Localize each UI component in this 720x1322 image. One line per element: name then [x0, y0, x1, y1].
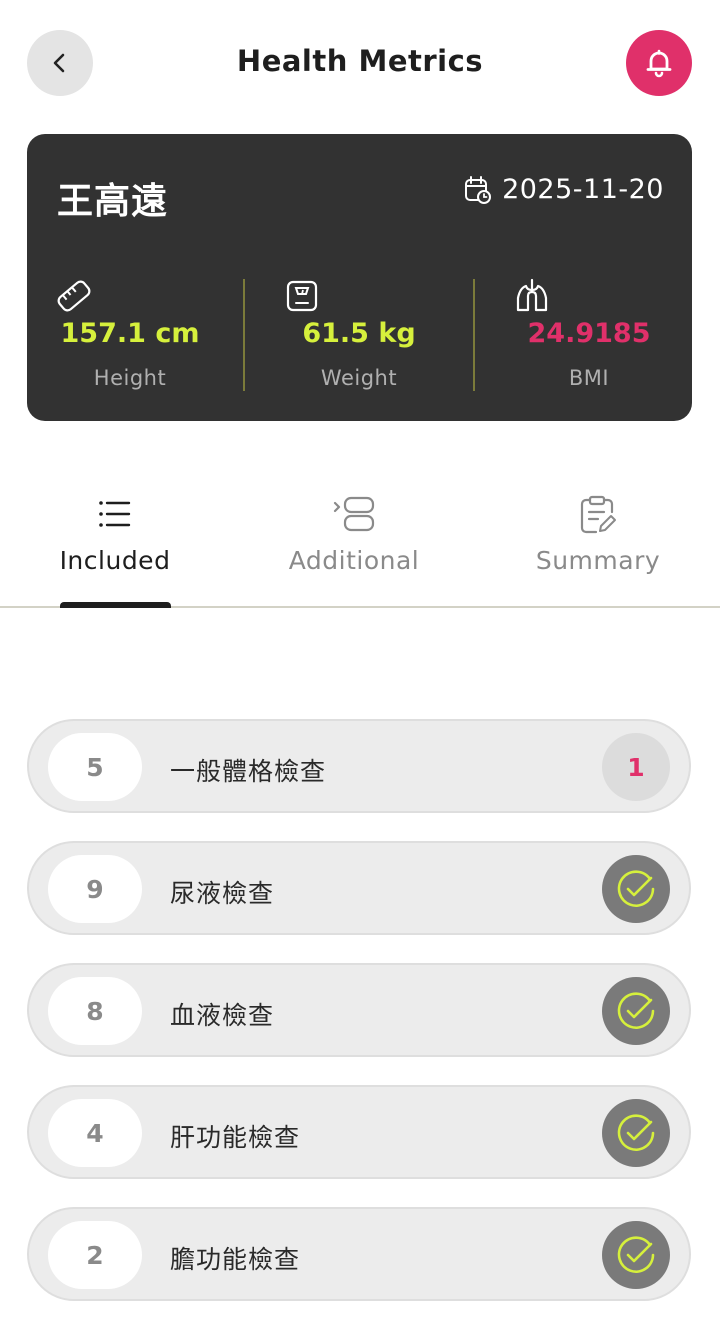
- item-label: 肝功能檢查: [170, 1123, 301, 1152]
- lungs-icon: [516, 278, 548, 312]
- ruler-icon: [57, 280, 91, 312]
- item-label: 膽功能檢查: [170, 1245, 301, 1274]
- scale-icon: [286, 280, 318, 312]
- height-value: 157.1 cm: [60, 318, 200, 349]
- weight-metric: 61.5 kg Weight: [256, 278, 462, 398]
- item-count: 2: [48, 1221, 142, 1289]
- bell-icon: [646, 49, 672, 78]
- tab-summary[interactable]: Summary: [498, 490, 698, 608]
- check-circle-icon: [617, 1236, 655, 1273]
- weight-label: Weight: [320, 366, 398, 390]
- tab-additional-label: Additional: [288, 546, 420, 575]
- tab-summary-label: Summary: [535, 546, 661, 575]
- check-circle-icon: [617, 992, 655, 1029]
- clipboard-edit-icon: [580, 495, 616, 534]
- list-item[interactable]: 4 肝功能檢查: [27, 1085, 691, 1179]
- exam-date-text: 2025-11-20: [502, 174, 664, 205]
- calendar-clock-icon: [465, 175, 492, 204]
- metric-divider: [473, 279, 475, 391]
- check-circle-icon: [617, 870, 655, 907]
- list-item[interactable]: 8 血液檢查: [27, 963, 691, 1057]
- tab-bar: Included Additional Summary: [0, 490, 720, 608]
- completed-badge: [602, 977, 670, 1045]
- metric-divider: [243, 279, 245, 391]
- completed-badge: [602, 1221, 670, 1289]
- completed-badge: [602, 855, 670, 923]
- page-title: Health Metrics: [236, 44, 484, 78]
- notification-button[interactable]: [626, 30, 692, 96]
- list-item[interactable]: 5 一般體格檢查 1: [27, 719, 691, 813]
- app-header: Health Metrics: [0, 0, 720, 130]
- exam-date: 2025-11-20: [464, 174, 664, 205]
- item-label: 血液檢查: [170, 1001, 275, 1030]
- add-layers-icon: [333, 496, 375, 532]
- item-count: 4: [48, 1099, 142, 1167]
- bmi-label: BMI: [568, 366, 610, 390]
- tab-included[interactable]: Included: [15, 490, 215, 608]
- item-count: 9: [48, 855, 142, 923]
- height-metric: 157.1 cm Height: [27, 278, 233, 398]
- list-item[interactable]: 9 尿液檢查: [27, 841, 691, 935]
- profile-card: 王高遠 2025-11-20 157.1 cm Height 61.5 kg W…: [27, 134, 692, 421]
- bmi-metric: 24.9185 BMI: [486, 278, 692, 398]
- item-count: 5: [48, 733, 142, 801]
- list-icon: [99, 501, 131, 527]
- tab-additional[interactable]: Additional: [254, 490, 454, 608]
- item-count: 8: [48, 977, 142, 1045]
- weight-value: 61.5 kg: [302, 318, 416, 349]
- completed-badge: [602, 1099, 670, 1167]
- patient-name: 王高遠: [57, 181, 169, 222]
- pending-count-badge: 1: [602, 733, 670, 801]
- item-label: 一般體格檢查: [170, 757, 327, 786]
- item-label: 尿液檢查: [170, 879, 275, 908]
- check-circle-icon: [617, 1114, 655, 1151]
- list-item[interactable]: 2 膽功能檢查: [27, 1207, 691, 1301]
- height-label: Height: [93, 366, 167, 390]
- bmi-value: 24.9185: [527, 318, 651, 349]
- exam-list: 5 一般體格檢查 1 9 尿液檢查 8 血液檢查 4 肝功能檢查 2 膽功能檢查: [27, 719, 691, 1322]
- active-tab-indicator: [60, 602, 171, 608]
- tab-included-label: Included: [59, 546, 171, 575]
